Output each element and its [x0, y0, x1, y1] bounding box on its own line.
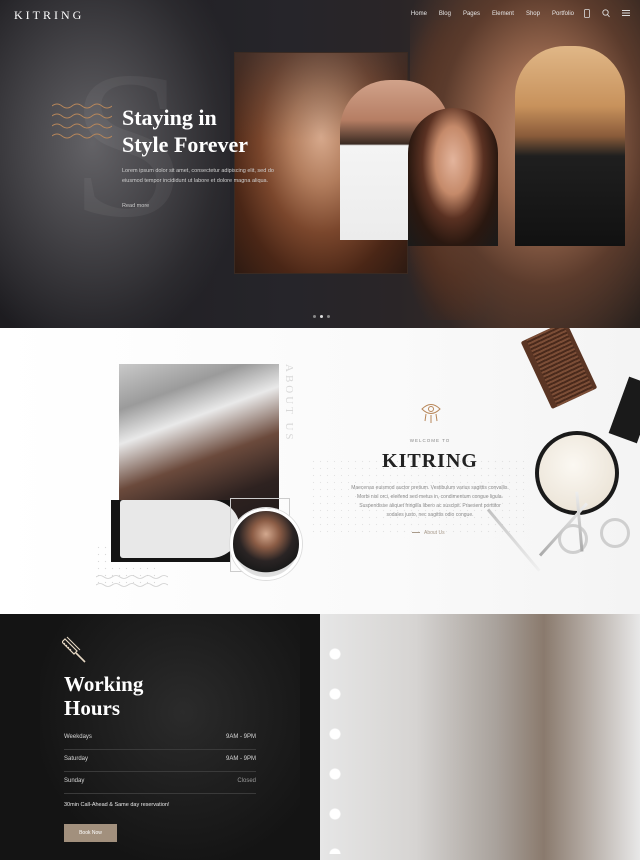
- hours-time: Closed: [237, 778, 256, 784]
- hours-day: Saturday: [64, 756, 89, 762]
- nav-item-portfolio[interactable]: Portfolio: [552, 11, 574, 17]
- site-logo[interactable]: KITRING: [14, 8, 84, 23]
- hours-row: Weekdays 9AM - 9PM: [64, 728, 256, 750]
- hours-time: 9AM - 9PM: [225, 734, 256, 740]
- menu-icon[interactable]: [622, 9, 630, 21]
- hours-day: Weekdays: [64, 734, 92, 740]
- search-icon[interactable]: [602, 9, 610, 21]
- about-image-sink: [120, 500, 240, 558]
- reservation-note: 30min Call-Ahead & Same day reservation!: [64, 802, 170, 808]
- book-now-button[interactable]: Book Now: [64, 824, 117, 842]
- slider-dot-active[interactable]: [320, 315, 323, 318]
- hours-title: Working Hours: [64, 672, 144, 720]
- nav-item-shop[interactable]: Shop: [526, 11, 540, 17]
- hours-row: Saturday 9AM - 9PM: [64, 750, 256, 772]
- read-more-link[interactable]: Read more: [122, 203, 149, 209]
- eye-icon: [421, 404, 441, 423]
- decorative-wave-icon: [96, 575, 168, 587]
- about-vertical-label: ABOUT US: [283, 364, 295, 443]
- about-description: Maecenas euismod auctor pretium. Vestibu…: [351, 485, 509, 518]
- main-nav: Home Blog Pages Element Shop Portfolio: [411, 11, 574, 17]
- hours-row: Sunday Closed: [64, 772, 256, 794]
- brush-image: [608, 376, 640, 444]
- nav-item-element[interactable]: Element: [492, 11, 514, 17]
- top-navigation: KITRING Home Blog Pages Element Shop Por…: [0, 0, 640, 30]
- slider-dot[interactable]: [313, 315, 316, 318]
- welcome-label: WELCOME TO: [409, 438, 451, 443]
- salon-team-image: [320, 614, 640, 860]
- about-stylist-circle-image: [230, 508, 302, 580]
- comb-image: [520, 328, 598, 410]
- decorative-wave-icon: [52, 103, 112, 139]
- hours-time: 9AM - 9PM: [225, 756, 256, 762]
- about-title: KITRING: [382, 450, 478, 472]
- slider-dot[interactable]: [327, 315, 330, 318]
- about-us-link[interactable]: About Us: [412, 530, 445, 536]
- working-hours-section: Working Hours Weekdays 9AM - 9PM Saturda…: [0, 614, 320, 860]
- slider-pagination: [313, 315, 330, 318]
- nav-item-blog[interactable]: Blog: [439, 11, 451, 17]
- nav-item-home[interactable]: Home: [411, 11, 427, 17]
- stylist-figure: [515, 46, 625, 246]
- hero-title: Staying in Style Forever: [122, 105, 249, 157]
- nav-item-pages[interactable]: Pages: [463, 11, 480, 17]
- hero-description: Lorem ipsum dolor sit amet, consectetur …: [122, 168, 274, 184]
- nav-icons: [584, 9, 630, 21]
- client-figure: [408, 108, 498, 246]
- comb-icon: [62, 636, 86, 663]
- about-section: ABOUT US WELCOME TO KITRING Maecenas eui…: [0, 328, 640, 614]
- phone-icon[interactable]: [584, 9, 590, 21]
- mirror-lights: [328, 634, 342, 854]
- hours-day: Sunday: [64, 778, 85, 784]
